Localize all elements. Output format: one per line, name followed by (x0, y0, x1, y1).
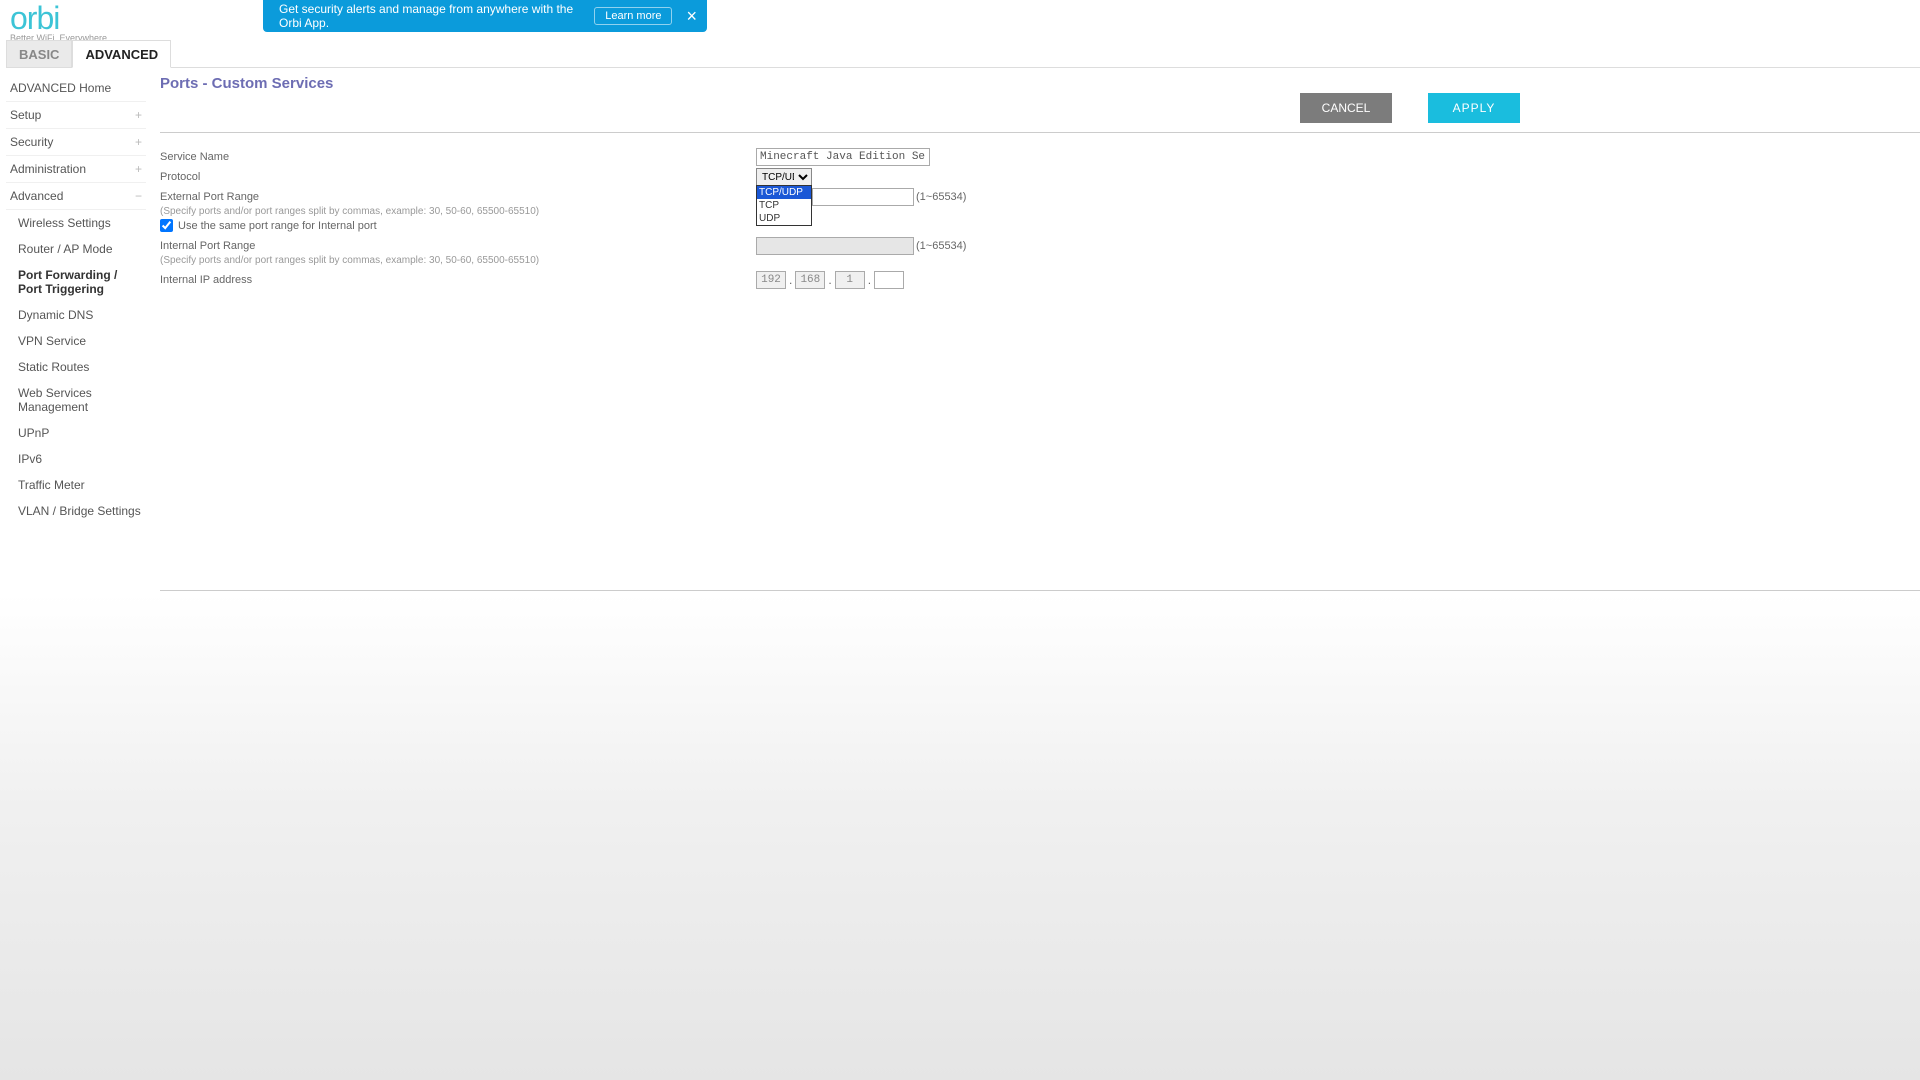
internal-port-range-label: Internal Port Range (160, 240, 756, 252)
ip-octet-2 (795, 271, 825, 289)
protocol-dropdown-list: TCP/UDP TCP UDP (756, 185, 812, 226)
sidebar-sub-upnp[interactable]: UPnP (6, 420, 146, 446)
sidebar-item-security[interactable]: Security (6, 129, 146, 156)
internal-range-note: (1~65534) (916, 240, 966, 252)
page-title: Ports - Custom Services (160, 75, 1920, 92)
tab-advanced[interactable]: ADVANCED (72, 40, 171, 68)
promo-banner: Get security alerts and manage from anyw… (263, 0, 707, 32)
cancel-button[interactable]: CANCEL (1300, 93, 1392, 123)
action-buttons: CANCEL APPLY (1300, 93, 1520, 123)
logo-area: orbi Better WiFi. Everywhere. (10, 0, 110, 43)
sidebar-sub-wireless[interactable]: Wireless Settings (6, 210, 146, 236)
sidebar-item-administration[interactable]: Administration (6, 156, 146, 183)
ip-octet-3 (835, 271, 865, 289)
divider (160, 132, 1920, 133)
internal-port-hint: (Specify ports and/or port ranges split … (160, 255, 1920, 266)
banner-text: Get security alerts and manage from anyw… (279, 2, 594, 30)
internal-ip-label: Internal IP address (160, 274, 756, 286)
brand-logo: orbi (10, 0, 110, 37)
external-port-range-input[interactable] (812, 188, 914, 206)
sidebar-sub-ddns[interactable]: Dynamic DNS (6, 302, 146, 328)
apply-button[interactable]: APPLY (1428, 93, 1520, 123)
protocol-option-tcp[interactable]: TCP (757, 199, 811, 212)
sidebar-sub-vpn[interactable]: VPN Service (6, 328, 146, 354)
external-range-note: (1~65534) (916, 191, 966, 203)
tab-basic[interactable]: BASIC (6, 40, 72, 67)
sidebar: ADVANCED Home Setup Security Administrat… (6, 75, 146, 524)
ip-octet-4[interactable] (874, 271, 904, 289)
sidebar-item-setup[interactable]: Setup (6, 102, 146, 129)
ip-dot: . (828, 273, 831, 287)
sidebar-item-advanced-home[interactable]: ADVANCED Home (6, 75, 146, 102)
internal-port-range-input (756, 237, 914, 255)
external-port-range-label: External Port Range (160, 191, 756, 203)
external-port-hint: (Specify ports and/or port ranges split … (160, 206, 1920, 217)
sidebar-sub-router-ap[interactable]: Router / AP Mode (6, 236, 146, 262)
bottom-divider (160, 590, 1920, 591)
sidebar-sub-wsm[interactable]: Web Services Management (6, 380, 146, 420)
same-port-checkbox[interactable] (160, 219, 173, 232)
sidebar-sub-ipv6[interactable]: IPv6 (6, 446, 146, 472)
service-name-input[interactable] (756, 148, 930, 166)
learn-more-button[interactable]: Learn more (594, 7, 672, 25)
sidebar-sub-port-forwarding[interactable]: Port Forwarding / Port Triggering (6, 262, 146, 302)
sidebar-sub-vlan[interactable]: VLAN / Bridge Settings (6, 498, 146, 524)
ip-dot: . (789, 273, 792, 287)
protocol-label: Protocol (160, 171, 756, 183)
protocol-option-tcpudp[interactable]: TCP/UDP (757, 186, 811, 199)
ip-octet-1 (756, 271, 786, 289)
sidebar-sub-static-routes[interactable]: Static Routes (6, 354, 146, 380)
service-name-label: Service Name (160, 151, 756, 163)
close-icon[interactable]: × (686, 6, 697, 27)
protocol-select[interactable]: TCP/UDP (756, 168, 812, 186)
same-port-label: Use the same port range for Internal por… (178, 220, 377, 232)
main-content: Ports - Custom Services CANCEL APPLY Ser… (160, 75, 1920, 591)
main-tabbar: BASIC ADVANCED (6, 40, 1920, 68)
ip-dot: . (868, 273, 871, 287)
protocol-option-udp[interactable]: UDP (757, 212, 811, 225)
sidebar-item-advanced[interactable]: Advanced (6, 183, 146, 210)
sidebar-sub-traffic[interactable]: Traffic Meter (6, 472, 146, 498)
